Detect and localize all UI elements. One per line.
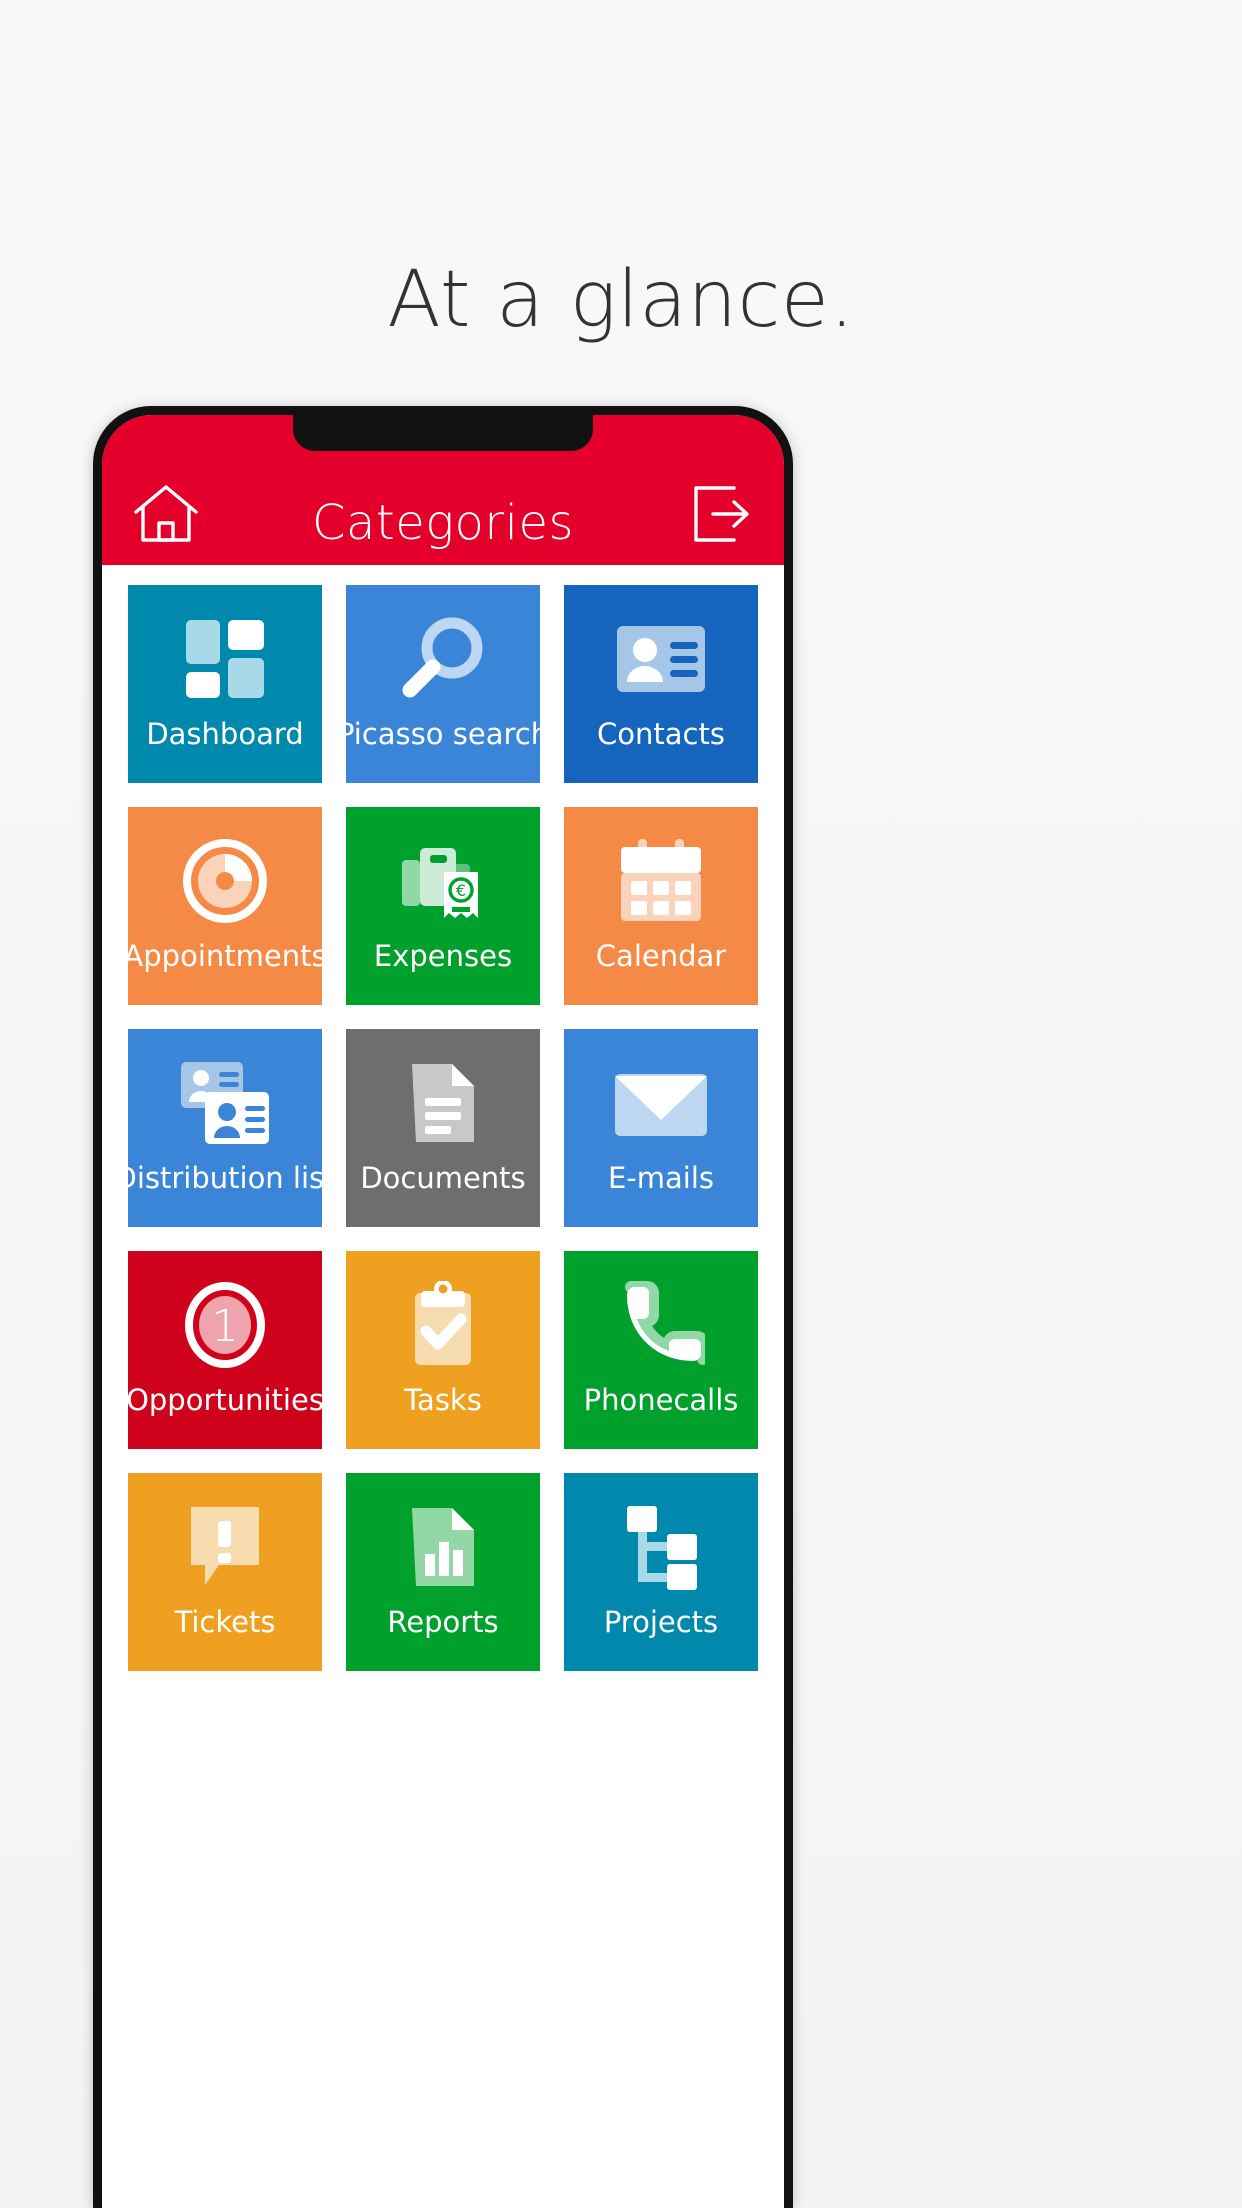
tile-label: Picasso search (346, 717, 540, 751)
project-tree-icon (617, 1501, 705, 1593)
phone-mockup: Categories Dashboard Picasso search Cont… (93, 406, 793, 2208)
appointment-dial-icon (181, 835, 269, 927)
tile-reports[interactable]: Reports (346, 1473, 540, 1671)
clipboard-check-icon (407, 1279, 479, 1371)
magnifier-icon (400, 613, 486, 705)
tile-label: Documents (360, 1161, 526, 1195)
page-title: At a glance. (387, 255, 855, 345)
tile-opportunities[interactable]: 1 Opportunities (128, 1251, 322, 1449)
opportunity-count-badge: 1 (211, 1301, 239, 1352)
tile-label: Distribution list (128, 1161, 322, 1195)
tile-picasso-search[interactable]: Picasso search (346, 585, 540, 783)
document-icon (408, 1057, 478, 1149)
tile-documents[interactable]: Documents (346, 1029, 540, 1227)
tile-emails[interactable]: E-mails (564, 1029, 758, 1227)
tile-label: Appointments (128, 939, 322, 973)
tile-label: Dashboard (146, 717, 304, 751)
report-chart-icon (408, 1501, 478, 1593)
tile-tasks[interactable]: Tasks (346, 1251, 540, 1449)
phone-screen: Categories Dashboard Picasso search Cont… (102, 415, 784, 2208)
screenshot-root: At a glance. Categories Dashboard Picass… (0, 0, 1242, 2208)
logout-icon[interactable] (682, 477, 758, 549)
home-icon[interactable] (128, 477, 204, 549)
phone-notch (293, 415, 593, 451)
tile-phonecalls[interactable]: Phonecalls (564, 1251, 758, 1449)
tile-label: Opportunities (128, 1383, 322, 1417)
tile-projects[interactable]: Projects (564, 1473, 758, 1671)
phone-handset-icon (617, 1279, 705, 1371)
tile-calendar[interactable]: Calendar (564, 807, 758, 1005)
tile-expenses[interactable]: € Expenses (346, 807, 540, 1005)
tile-label: Contacts (597, 717, 725, 751)
calendar-icon (617, 835, 705, 927)
envelope-icon (613, 1057, 709, 1149)
tile-tickets[interactable]: Tickets (128, 1473, 322, 1671)
tile-label: Tasks (404, 1383, 482, 1417)
tile-label: Tickets (174, 1605, 276, 1639)
ticket-alert-icon (185, 1501, 265, 1593)
expenses-receipt-icon: € (398, 835, 488, 927)
dashboard-icon (182, 613, 268, 705)
tile-label: Calendar (595, 939, 727, 973)
opportunity-badge-icon: 1 (181, 1279, 269, 1371)
svg-text:€: € (456, 881, 466, 900)
tile-contacts[interactable]: Contacts (564, 585, 758, 783)
tile-dashboard[interactable]: Dashboard (128, 585, 322, 783)
tile-label: Phonecalls (583, 1383, 739, 1417)
tile-appointments[interactable]: Appointments (128, 807, 322, 1005)
category-tile-grid: Dashboard Picasso search Contacts Appoin… (102, 565, 784, 1671)
distribution-list-icon (179, 1057, 271, 1149)
tile-label: Expenses (373, 939, 513, 973)
app-header-title: Categories (311, 495, 575, 551)
tile-label: Reports (387, 1605, 499, 1639)
tile-label: Projects (603, 1605, 719, 1639)
contact-card-icon (615, 613, 707, 705)
tile-label: E-mails (607, 1161, 715, 1195)
tile-distribution-list[interactable]: Distribution list (128, 1029, 322, 1227)
app-header-bar: Categories (102, 415, 784, 565)
